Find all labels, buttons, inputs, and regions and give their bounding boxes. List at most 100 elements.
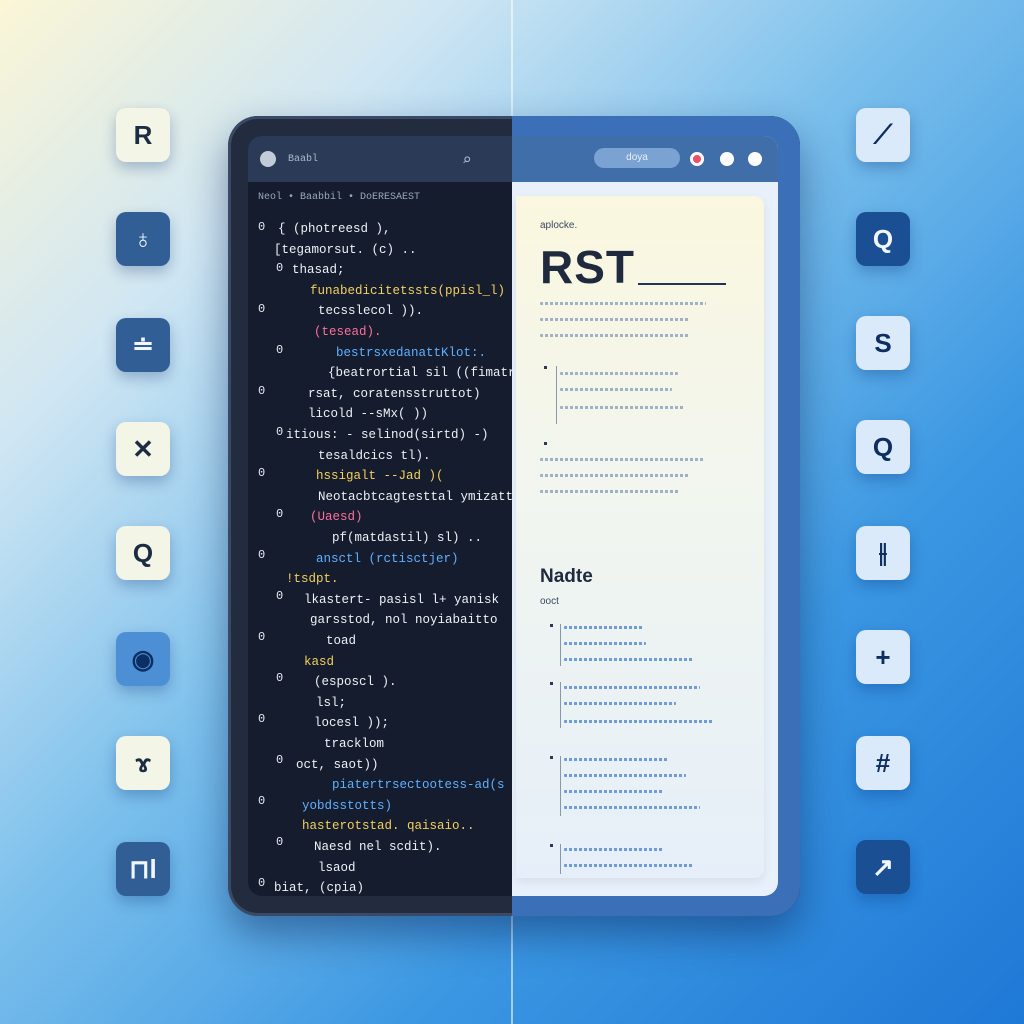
code-line[interactable]: [tegamorsut. (c) ..	[274, 243, 417, 257]
title-underline	[638, 283, 726, 285]
pm-icon[interactable]: ⊓l	[116, 842, 170, 896]
text-line	[560, 372, 678, 375]
code-line[interactable]: toad	[326, 634, 356, 648]
gutter-mark: 0	[258, 548, 266, 562]
code-line[interactable]: tesaldcics tl).	[318, 449, 431, 463]
document-heading: Nadte	[540, 566, 593, 587]
code-line[interactable]: (tesead).	[314, 325, 382, 339]
gutter-mark: 0	[258, 876, 266, 890]
code-line[interactable]: ansctl (rctisctjer)	[316, 552, 459, 566]
editor-topbar: Baabl ⌕	[248, 136, 512, 182]
gutter-mark: 0	[276, 835, 284, 849]
record-dot-icon[interactable]	[690, 152, 704, 166]
close-icon[interactable]: ✕	[116, 422, 170, 476]
gutter-mark: 0	[276, 589, 284, 603]
hash-icon[interactable]: #	[856, 736, 910, 790]
text-line	[560, 406, 684, 409]
gutter-mark: 0	[276, 671, 284, 685]
chevron-icon[interactable]: ɤ	[116, 736, 170, 790]
gutter-mark: 0	[258, 466, 266, 480]
code-line[interactable]: Neotacbtcagtesttal ymizatt	[318, 490, 512, 504]
code-line[interactable]: locesl ));	[314, 716, 389, 730]
pause-icon[interactable]: ⫲	[856, 526, 910, 580]
code-line[interactable]: lkastert- pasisl l+ yanisk	[304, 593, 499, 607]
text-line	[564, 806, 700, 809]
text-line	[564, 642, 646, 645]
text-line	[560, 388, 672, 391]
window-dot-icon[interactable]	[748, 152, 762, 166]
code-line[interactable]: tracklom	[324, 737, 384, 751]
list-bullet	[544, 366, 547, 369]
chevron-glyph: ɤ	[135, 747, 151, 778]
code-line[interactable]: oct, saot))	[296, 758, 379, 772]
pause-glyph: ⫲	[878, 537, 888, 567]
text-line	[540, 490, 680, 493]
search-icon[interactable]: Q	[856, 420, 910, 474]
code-line[interactable]: Naesd nel scdit).	[314, 840, 442, 854]
document-page: aplocke. RST Nadte ooct	[516, 196, 764, 878]
document-kicker: aplocke.	[540, 220, 578, 231]
refresh-icon[interactable]: Q	[116, 526, 170, 580]
gutter-mark: 0	[276, 343, 284, 357]
text-line	[540, 318, 690, 321]
code-line[interactable]: garsstod, nol noyiabaitto	[310, 613, 498, 627]
code-line[interactable]: !tsdpt.	[286, 572, 339, 586]
code-line[interactable]: (Uaesd)	[310, 510, 363, 524]
code-line[interactable]: itious: - selinod(sirtd) -)	[286, 428, 489, 442]
document-title: RST	[540, 241, 635, 293]
q-icon[interactable]: Q	[856, 212, 910, 266]
code-line[interactable]: (esposcl ).	[314, 675, 397, 689]
gutter-mark: 0	[276, 261, 284, 275]
list-rule	[560, 624, 561, 666]
s-glyph: S	[874, 327, 892, 358]
gutter-mark: 0	[258, 220, 266, 234]
q-glyph: Q	[872, 223, 894, 254]
code-line[interactable]: licold --sMx( ))	[308, 407, 428, 421]
text-line	[564, 626, 644, 629]
text-line	[564, 790, 664, 793]
code-line[interactable]: lsaod	[318, 861, 356, 875]
r-letter-icon[interactable]: R	[116, 108, 170, 162]
code-line[interactable]: thasad;	[292, 263, 345, 277]
stack-icon[interactable]: ≐	[116, 318, 170, 372]
award-icon[interactable]: ♁	[116, 212, 170, 266]
preview-address-pill[interactable]: doya	[594, 148, 680, 168]
plus-icon[interactable]: +	[856, 630, 910, 684]
plus-glyph: +	[875, 641, 891, 672]
code-line[interactable]: lsl;	[316, 696, 346, 710]
code-line[interactable]: kasd	[304, 655, 334, 669]
s-icon[interactable]: S	[856, 316, 910, 370]
code-line[interactable]: funabedicitetssts(ppisl_l)	[310, 284, 505, 298]
list-bullet	[550, 682, 553, 685]
code-line[interactable]: { (photreesd ),	[278, 222, 391, 236]
code-line[interactable]: rsat, coratensstruttot)	[308, 387, 481, 401]
gutter-mark: 0	[258, 712, 266, 726]
text-line	[540, 474, 690, 477]
text-line	[564, 848, 664, 851]
editor-search-icon[interactable]: ⌕	[462, 150, 472, 170]
code-line[interactable]: bestrsxedanattKlot:.	[336, 346, 486, 360]
code-line[interactable]: tecsslecol )).	[318, 304, 423, 318]
pm-glyph: ⊓l	[129, 853, 157, 884]
circle-icon[interactable]: ◉	[116, 632, 170, 686]
close-glyph: ✕	[132, 433, 154, 464]
pen-icon[interactable]: ⟋	[856, 108, 910, 162]
window-dot-icon[interactable]	[720, 152, 734, 166]
code-line[interactable]: hasterotstad. qaisaio..	[302, 819, 475, 833]
refresh-glyph: Q	[132, 537, 154, 568]
gutter-mark: 0	[258, 384, 266, 398]
text-line	[564, 686, 700, 689]
code-line[interactable]: piatertrsectootess-ad(s	[332, 778, 505, 792]
code-line[interactable]: yobdsstotts)	[302, 799, 392, 813]
code-line[interactable]: pf(matdastil) sl) ..	[332, 531, 482, 545]
award-glyph: ♁	[133, 223, 153, 254]
code-line[interactable]: {beatrortial sil ((fimatr	[328, 366, 512, 380]
curve-icon[interactable]: ↗	[856, 840, 910, 894]
text-line	[540, 458, 704, 461]
code-line[interactable]: hssigalt --Jad )(	[316, 469, 444, 483]
list-bullet	[550, 756, 553, 759]
gutter-mark: 0	[258, 630, 266, 644]
code-line[interactable]: biat, (cpia)	[274, 881, 364, 895]
list-rule	[560, 682, 561, 728]
list-rule	[560, 844, 561, 874]
